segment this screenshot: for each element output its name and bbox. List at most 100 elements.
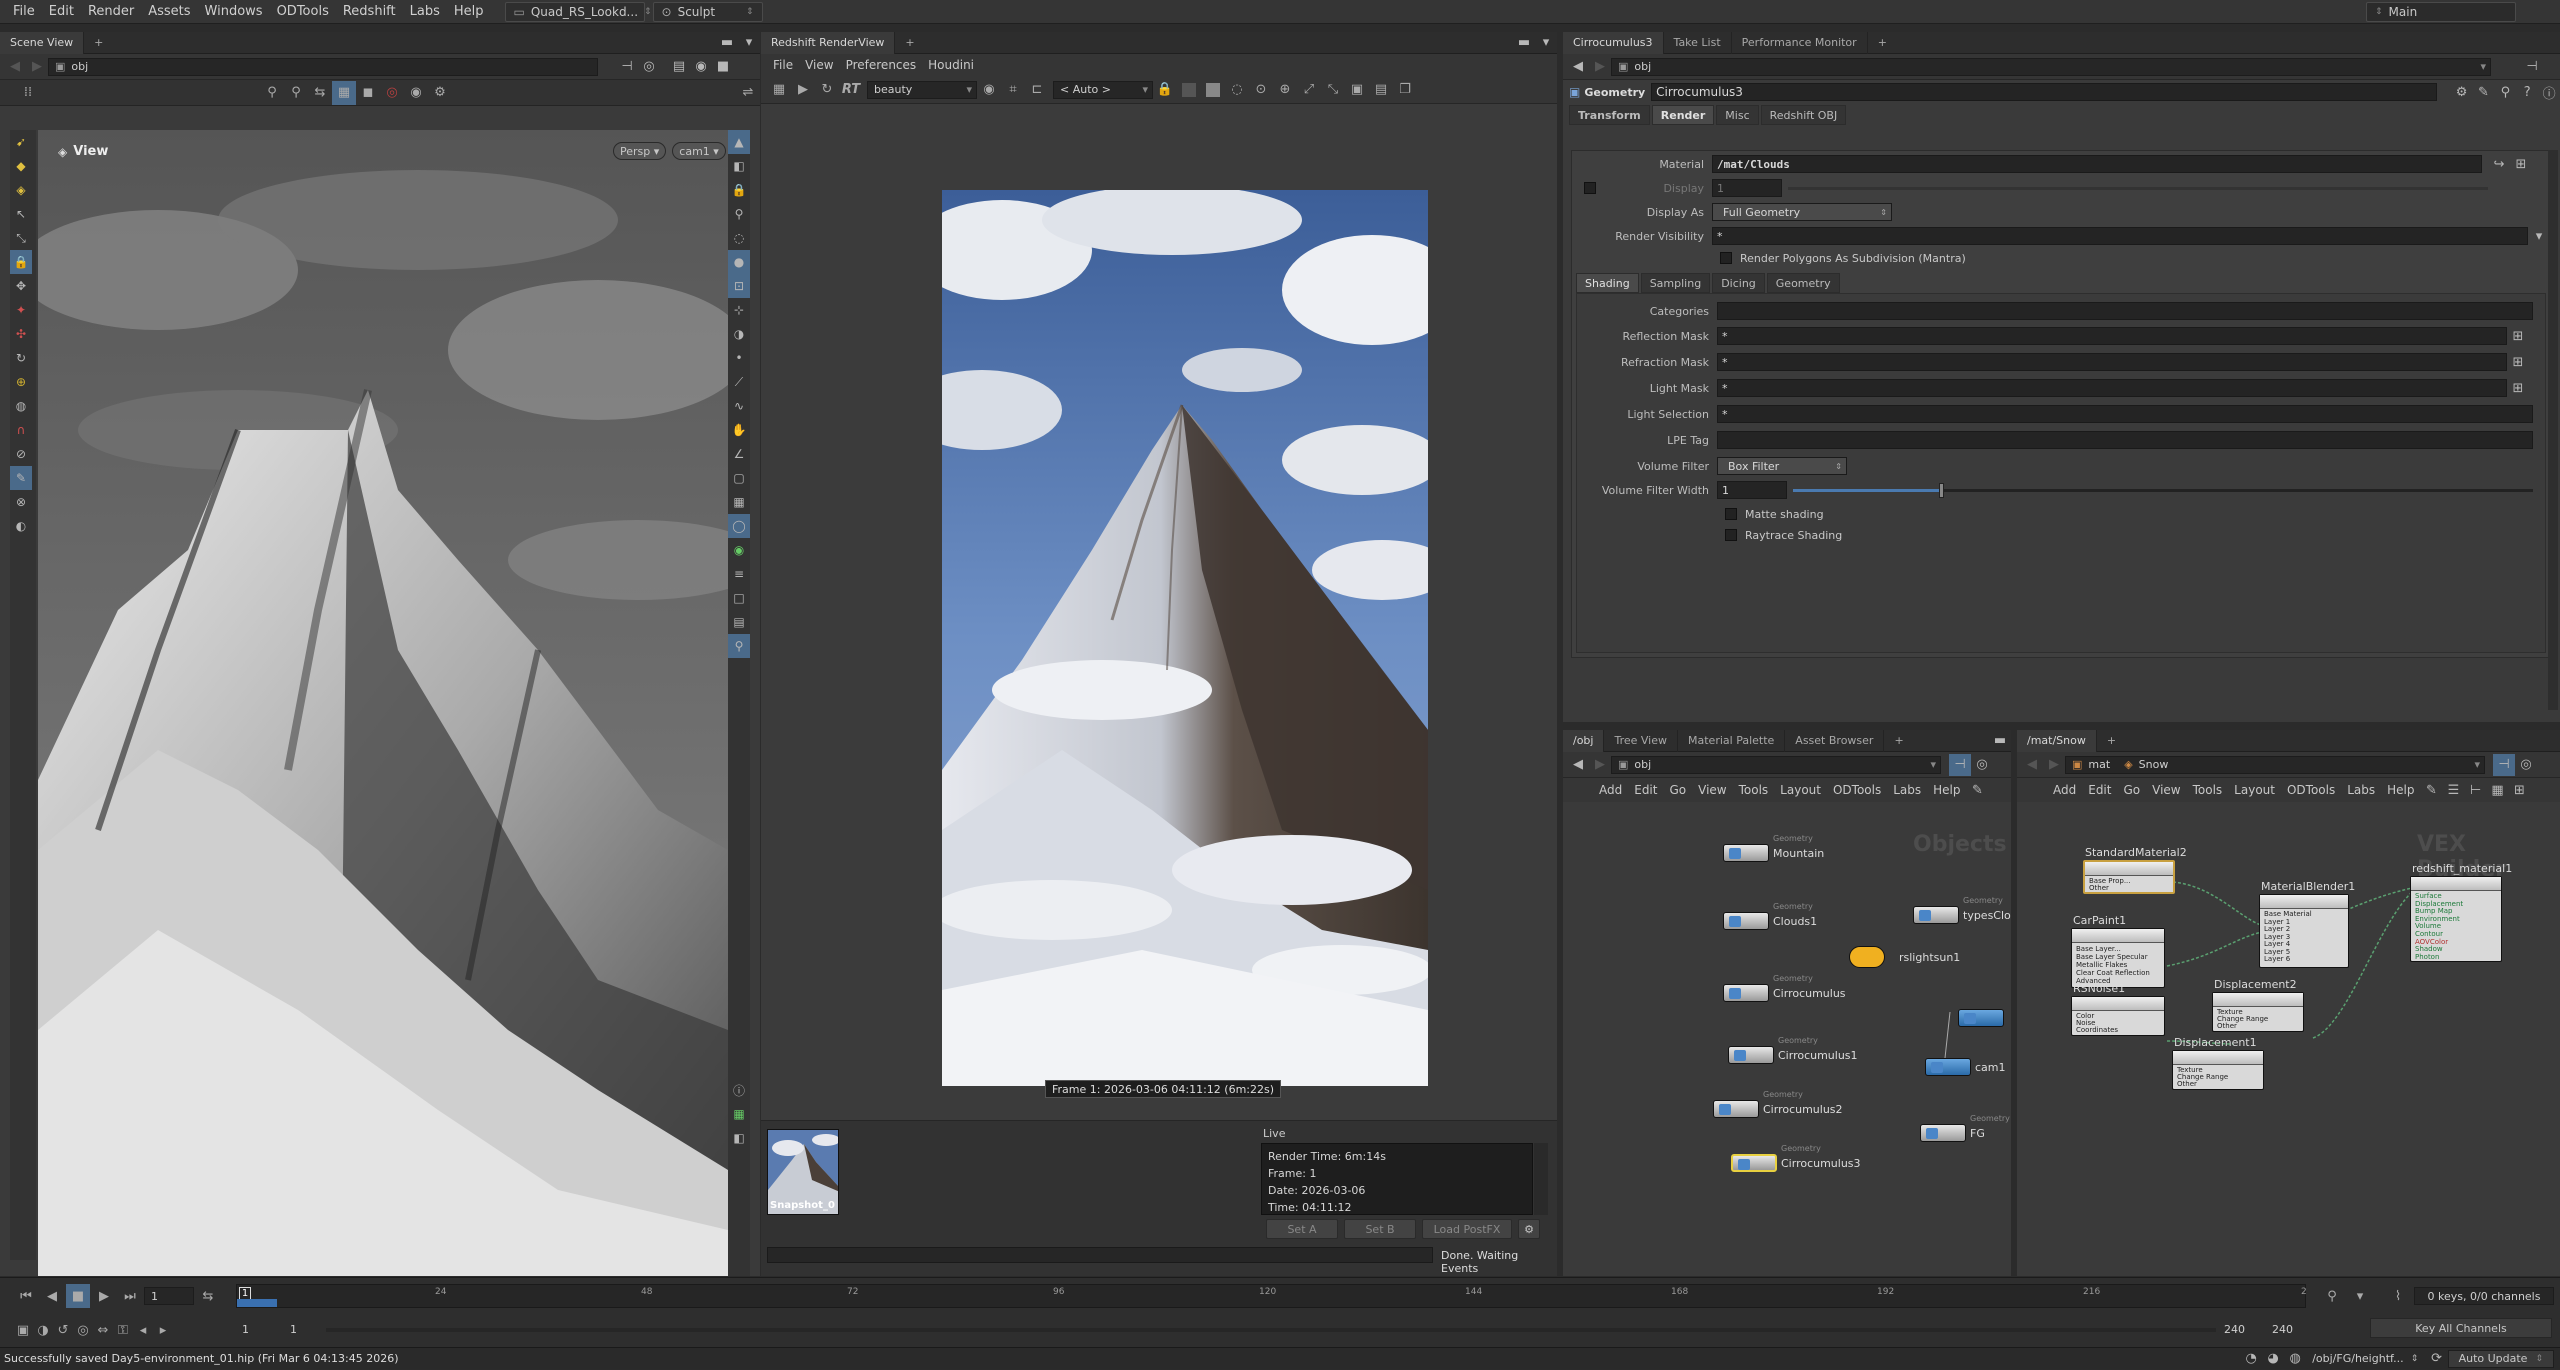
camera-view-icon[interactable]: ◧ [728, 1126, 750, 1150]
box-icon[interactable]: ▢ [728, 466, 750, 490]
snapshot-thumbnail[interactable]: Snapshot_0 [767, 1129, 839, 1215]
net-menu-odtools[interactable]: ODTools [1827, 783, 1887, 797]
light-selection-field[interactable]: * [1717, 405, 2533, 423]
pin-icon[interactable]: ⊣ [1949, 753, 1971, 776]
update-mode-icon[interactable]: ⟳ [2426, 1348, 2448, 1370]
status-info-icon[interactable]: ◔ [2240, 1348, 2262, 1370]
node-name-field[interactable]: Cirrocumulus3 [1651, 83, 2437, 101]
sphere-icon[interactable]: ◯ [728, 514, 750, 538]
timeline-bar[interactable]: 1 24 48 72 96 120 144 168 192 216 2 [236, 1284, 2307, 1308]
link-icon[interactable]: ◎ [2515, 754, 2537, 776]
key-next-icon[interactable]: ▸ [154, 1318, 172, 1342]
lines-icon[interactable]: ≡ [728, 562, 750, 586]
search-key-icon[interactable]: ⚲ [2320, 1284, 2344, 1308]
transform-tool-icon[interactable]: ⊕ [10, 370, 32, 394]
chooser-icon[interactable]: ⊞ [2507, 325, 2529, 347]
mat-network-path-field[interactable]: ▣ mat ◈ Snow ▾ [2065, 755, 2485, 774]
smooth-icon[interactable]: ◐ [10, 514, 32, 538]
pane-options-icon[interactable]: ▾ [1535, 32, 1557, 54]
tab-sampling[interactable]: Sampling [1640, 273, 1711, 293]
lock-icon[interactable]: 🔒 [10, 250, 32, 274]
point-icon[interactable]: ● [728, 250, 750, 274]
categories-field[interactable] [1717, 302, 2533, 320]
jump-end-icon[interactable]: ⏭ [118, 1284, 142, 1308]
auto-update-menu[interactable]: Auto Update ⇕ [2447, 1349, 2554, 1368]
list-icon[interactable]: ☰ [2443, 779, 2465, 801]
net-menu-help[interactable]: Help [1927, 783, 1966, 797]
workspace-selector[interactable]: ⊙ Sculpt ⇕ [652, 1, 763, 22]
lpe-tag-field[interactable] [1717, 431, 2533, 449]
refraction-mask-field[interactable]: * [1717, 353, 2507, 371]
node-rsnoise1[interactable]: Color Noise Coordinates [2071, 996, 2165, 1036]
tab-scene-view[interactable]: Scene View [0, 32, 85, 54]
rt-icon[interactable]: RT [839, 78, 863, 102]
node-rslightsun1[interactable]: rslightsun1 [1849, 946, 1960, 968]
settings-icon[interactable]: ⚙ [428, 81, 452, 105]
node-cirrocumulus2[interactable]: Geometry Cirrocumulus2 [1713, 1090, 1843, 1118]
tab-shading[interactable]: Shading [1576, 273, 1639, 293]
back-arrow-icon[interactable]: ◀ [1567, 754, 1589, 776]
back-arrow-icon[interactable]: ◀ [4, 56, 26, 78]
forward-arrow-icon[interactable]: ▶ [1589, 754, 1611, 776]
grid-menu-icon[interactable]: ⁞⁞ [16, 81, 40, 105]
tab-geometry[interactable]: Geometry [1766, 273, 1840, 293]
realtime-icon[interactable]: ▣ [14, 1318, 32, 1342]
node-cirrocumulus3[interactable]: Geometry Cirrocumulus3 [1731, 1144, 1861, 1172]
lock-camera-icon[interactable]: 🔒 [728, 178, 750, 202]
net-menu-labs[interactable]: Labs [1887, 783, 1927, 797]
angle-icon[interactable]: ∠ [728, 442, 750, 466]
hand-icon[interactable]: ✋ [728, 418, 750, 442]
light-icon[interactable]: ◉ [728, 538, 750, 562]
edge-icon[interactable]: ⟋ [728, 370, 750, 394]
node-cirrocumulus1[interactable]: Geometry Cirrocumulus1 [1728, 1036, 1858, 1064]
menu-help[interactable]: Help [447, 4, 491, 19]
pin-icon[interactable]: ⊣ [2493, 753, 2515, 776]
pane-menu-icon[interactable]: ▬ [1513, 32, 1535, 54]
target-icon[interactable]: ⊙ [1249, 78, 1273, 102]
node-standard-material2[interactable]: Base Prop... Other [2083, 860, 2175, 894]
graph-icon[interactable]: ⌇ [2386, 1284, 2410, 1308]
gear-icon[interactable]: ⚙ [2451, 81, 2473, 103]
texture-icon[interactable]: ▦ [728, 490, 750, 514]
tab-cirrocumulus3[interactable]: Cirrocumulus3 [1563, 32, 1664, 54]
wrench-icon[interactable]: ✎ [1967, 779, 1989, 801]
tab-misc[interactable]: Misc [1716, 105, 1759, 125]
ghost-icon[interactable]: ◧ [728, 154, 750, 178]
status-chat-icon[interactable]: ◍ [2284, 1348, 2306, 1370]
tab-obj[interactable]: /obj [1563, 730, 1605, 752]
node-fg[interactable]: Geometry FG [1920, 1114, 2010, 1142]
node-mountain[interactable]: Geometry Mountain [1723, 834, 1824, 862]
net-menu-add[interactable]: Add [1593, 783, 1628, 797]
layout-icon[interactable]: ▤ [668, 56, 690, 78]
rv-menu-view[interactable]: View [799, 58, 839, 72]
obj-network-path-field[interactable]: ▣ obj ▾ [1611, 755, 1941, 774]
grid-icon[interactable]: ▦ [728, 1102, 750, 1126]
menu-edit[interactable]: Edit [42, 4, 81, 19]
viewport[interactable]: ◈ View Persp ▾ cam1 ▾ [38, 130, 728, 1276]
select-faces-icon[interactable]: ◆ [10, 154, 32, 178]
net-menu-layout[interactable]: Layout [1774, 783, 1827, 797]
stats-scrollbar[interactable] [1534, 1143, 1548, 1215]
add-tab-button[interactable]: + [895, 32, 924, 54]
pose-icon[interactable]: ⚲ [284, 81, 308, 105]
save-icon[interactable]: ▤ [1369, 78, 1393, 102]
key-icon[interactable]: ⚿ [114, 1318, 132, 1342]
mat-menu-labs[interactable]: Labs [2341, 783, 2381, 797]
shade-icon[interactable]: ◑ [728, 322, 750, 346]
swatch-dark-icon[interactable] [1177, 78, 1201, 102]
chooser-icon[interactable]: ⊞ [2507, 351, 2529, 373]
help-icon[interactable]: ? [2516, 81, 2538, 103]
camera-menu[interactable]: cam1 ▾ [672, 142, 726, 160]
snapshot-icon[interactable]: ▣ [1345, 78, 1369, 102]
brush-icon[interactable]: ✎ [10, 466, 32, 490]
view-icon[interactable]: ◉ [690, 56, 712, 78]
move-tool-icon[interactable]: ✣ [10, 322, 32, 346]
menu-redshift[interactable]: Redshift [336, 4, 403, 19]
display-field[interactable]: 1 [1712, 179, 1782, 197]
range-slider[interactable] [326, 1328, 2216, 1332]
chooser-icon[interactable]: ⊞ [2507, 377, 2529, 399]
help-brush-icon[interactable]: ✎ [2473, 81, 2495, 103]
key-all-channels-button[interactable]: Key All Channels [2370, 1318, 2552, 1338]
jump-icon[interactable]: ↪ [2488, 153, 2510, 175]
visibility-icon[interactable]: ⚲ [728, 634, 750, 658]
